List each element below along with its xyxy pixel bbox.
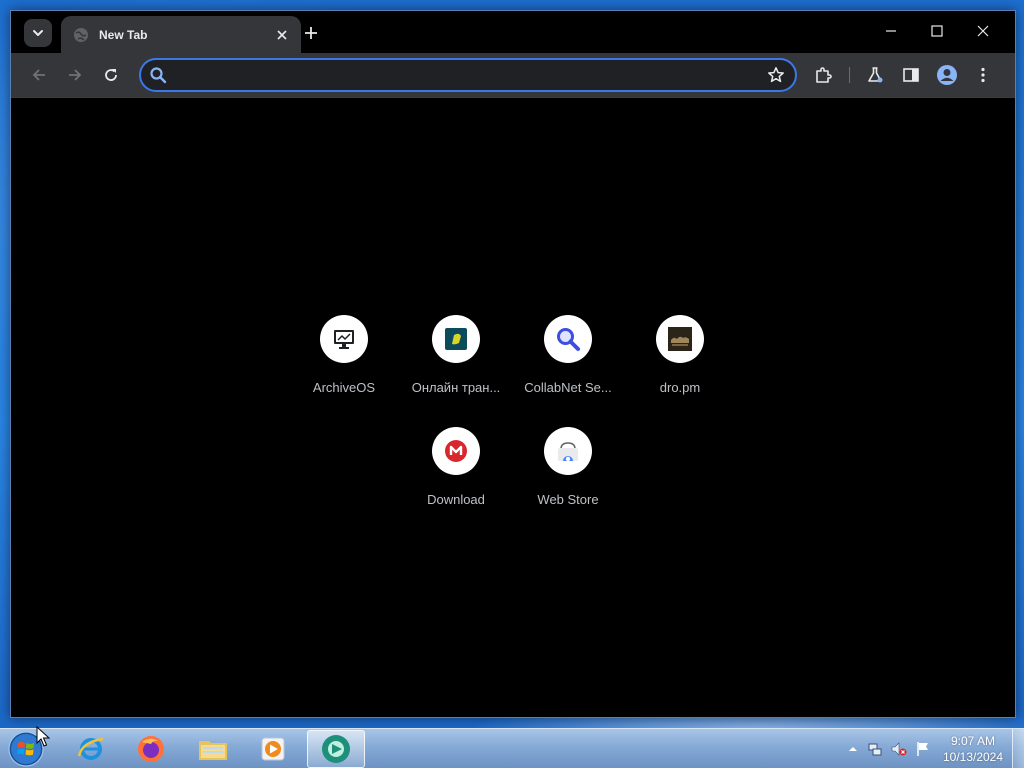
labs-button[interactable]	[861, 61, 889, 89]
shortcut-tile[interactable]: Download	[400, 411, 512, 523]
ie-icon	[77, 737, 104, 760]
browser-toolbar	[11, 53, 1015, 97]
arrow-right-icon	[69, 69, 82, 81]
browser-icon	[322, 735, 350, 763]
forward-button[interactable]	[61, 61, 89, 89]
media-player-icon	[261, 737, 285, 761]
taskbar-app-browser[interactable]	[307, 730, 365, 768]
more-vertical-icon	[981, 67, 985, 83]
taskbar: 9:07 AM 10/13/2024	[0, 728, 1024, 768]
back-button[interactable]	[25, 61, 53, 89]
maximize-button[interactable]	[915, 17, 959, 45]
new-tab-button[interactable]	[299, 21, 323, 45]
clock-date: 10/13/2024	[942, 750, 1004, 764]
new-tab-page: ArchiveOS Онлайн тран... CollabNet Se...	[11, 97, 1015, 717]
shortcut-icon-container	[656, 315, 704, 363]
shortcut-tile[interactable]: dro.pm	[624, 299, 736, 411]
search-icon	[150, 67, 167, 84]
side-panel-button[interactable]	[897, 61, 925, 89]
puzzle-icon	[816, 67, 832, 83]
shortcut-label: Онлайн тран...	[411, 380, 501, 395]
shortcut-tile[interactable]: Онлайн тран...	[400, 299, 512, 411]
close-icon	[977, 25, 989, 37]
taskbar-app-media-player[interactable]	[244, 730, 302, 768]
plus-icon	[305, 27, 317, 39]
maximize-icon	[931, 25, 943, 37]
avatar-icon	[937, 65, 957, 85]
chevron-down-icon	[33, 30, 43, 36]
taskbar-app-firefox[interactable]	[122, 730, 180, 768]
folder-icon	[199, 741, 227, 760]
extensions-button[interactable]	[809, 61, 837, 89]
shortcut-tile[interactable]: Web Store	[512, 411, 624, 523]
shortcut-icon-container	[320, 315, 368, 363]
mouse-cursor-icon	[36, 726, 50, 747]
shortcut-label: dro.pm	[659, 380, 701, 395]
system-clock[interactable]: 9:07 AM 10/13/2024	[938, 733, 1008, 765]
minimize-button[interactable]	[869, 17, 913, 45]
action-center-flag-icon[interactable]	[915, 741, 931, 757]
bookmark-star-icon[interactable]	[767, 66, 785, 84]
globe-icon	[74, 27, 88, 42]
arrow-left-icon	[32, 69, 45, 81]
minimize-icon	[886, 30, 896, 32]
close-icon	[277, 29, 287, 40]
taskbar-app-file-explorer[interactable]	[184, 730, 242, 768]
show-desktop-button[interactable]	[1012, 729, 1024, 768]
close-tab-button[interactable]	[273, 26, 291, 44]
tab-strip: New Tab	[11, 11, 1015, 53]
tab-search-button[interactable]	[24, 19, 52, 47]
network-icon[interactable]	[867, 741, 883, 757]
taskbar-app-internet-explorer[interactable]	[62, 730, 120, 768]
profile-button[interactable]	[933, 61, 961, 89]
magnifier-icon	[557, 328, 580, 351]
menu-button[interactable]	[969, 61, 997, 89]
dro-thumbnail-icon	[668, 327, 692, 351]
shortcut-icon-container	[544, 427, 592, 475]
tv-logo-icon	[445, 328, 467, 350]
shortcut-label: Download	[427, 492, 485, 507]
shortcut-icon-container	[544, 315, 592, 363]
reload-icon	[105, 69, 117, 81]
clock-time: 9:07 AM	[950, 734, 996, 748]
shortcut-icon-container	[432, 427, 480, 475]
side-panel-icon	[903, 68, 919, 82]
monitor-icon	[334, 330, 354, 349]
tab-title: New Tab	[99, 27, 148, 42]
tab-new-tab[interactable]: New Tab	[61, 16, 301, 53]
flask-icon	[868, 67, 883, 83]
mega-icon	[445, 440, 467, 462]
volume-muted-icon[interactable]	[891, 741, 907, 757]
reload-button[interactable]	[97, 61, 125, 89]
toolbar-divider	[849, 67, 850, 83]
shortcut-label: CollabNet Se...	[524, 380, 612, 395]
web-store-icon	[558, 442, 578, 462]
shortcut-icon-container	[432, 315, 480, 363]
address-bar[interactable]	[139, 58, 797, 92]
show-hidden-icons-icon[interactable]	[845, 741, 861, 757]
shortcut-tile[interactable]: ArchiveOS	[288, 299, 400, 411]
shortcut-tile[interactable]: CollabNet Se...	[512, 299, 624, 411]
close-window-button[interactable]	[961, 17, 1005, 45]
address-input[interactable]	[173, 62, 753, 88]
shortcut-label: ArchiveOS	[312, 380, 376, 395]
browser-window: New Tab ArchiveOS Онлайн тран... CollabN…	[10, 10, 1016, 718]
firefox-icon	[138, 736, 164, 762]
shortcut-label: Web Store	[537, 492, 599, 507]
